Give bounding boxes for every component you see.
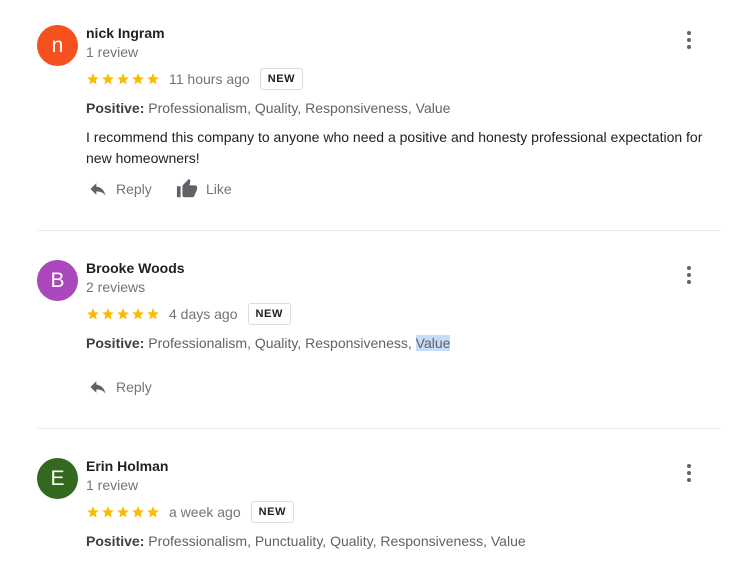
star-icon xyxy=(117,308,129,320)
reviewer-name[interactable]: Brooke Woods xyxy=(86,260,185,276)
highlighted-text: Value xyxy=(415,335,451,351)
new-badge: NEW xyxy=(247,303,291,325)
positive-attributes: Positive: Professionalism, Quality, Resp… xyxy=(86,100,450,116)
review-time: 11 hours ago xyxy=(169,71,250,87)
reply-button[interactable]: Reply xyxy=(87,179,152,199)
avatar[interactable]: E xyxy=(37,458,78,499)
new-badge: NEW xyxy=(259,68,304,90)
review-time: 4 days ago xyxy=(169,306,238,322)
positive-attributes: Positive: Professionalism, Punctuality, … xyxy=(86,533,526,549)
star-icon xyxy=(87,506,99,518)
reply-icon xyxy=(90,183,106,196)
more-vert-icon-dot xyxy=(687,45,691,49)
review-count[interactable]: 1 review xyxy=(86,477,138,493)
review-time: a week ago xyxy=(169,504,241,520)
review-divider xyxy=(37,428,721,429)
avatar[interactable]: B xyxy=(37,260,78,301)
reply-icon xyxy=(90,381,106,394)
star-icon xyxy=(87,73,99,85)
avatar[interactable]: n xyxy=(37,25,78,66)
more-vert-icon-dot xyxy=(687,273,691,277)
positive-attributes: Positive: Professionalism, Quality, Resp… xyxy=(86,335,451,351)
star-icon xyxy=(117,506,129,518)
more-vert-icon-dot xyxy=(687,478,691,482)
positive-items: Professionalism, Quality, Responsiveness… xyxy=(148,335,416,351)
review-meta: a week ago NEW xyxy=(86,501,295,523)
star-rating xyxy=(86,307,160,321)
star-icon xyxy=(132,308,144,320)
star-rating xyxy=(86,72,160,86)
star-icon xyxy=(102,308,114,320)
review-meta: 11 hours ago NEW xyxy=(86,68,304,90)
review-text: I recommend this company to anyone who n… xyxy=(86,129,703,166)
more-vert-icon xyxy=(687,266,691,270)
more-options-button[interactable] xyxy=(679,263,699,287)
star-icon xyxy=(147,308,159,320)
like-label: Like xyxy=(206,181,232,197)
review-meta: 4 days ago NEW xyxy=(86,303,291,325)
positive-items: Professionalism, Punctuality, Quality, R… xyxy=(148,533,526,549)
review-divider xyxy=(37,230,721,231)
review-count[interactable]: 2 reviews xyxy=(86,279,145,295)
reply-label: Reply xyxy=(116,379,152,395)
new-badge: NEW xyxy=(250,501,295,523)
more-vert-icon-dot xyxy=(687,471,691,475)
more-vert-icon-dot xyxy=(687,38,691,42)
more-vert-icon xyxy=(687,31,691,35)
positive-label: Positive: xyxy=(86,100,145,116)
more-options-button[interactable] xyxy=(679,461,699,485)
reviewer-name[interactable]: Erin Holman xyxy=(86,458,168,474)
star-icon xyxy=(117,73,129,85)
like-button[interactable]: Like xyxy=(175,178,232,200)
review-count[interactable]: 1 review xyxy=(86,44,138,60)
star-icon xyxy=(147,506,159,518)
reviewer-name[interactable]: nick Ingram xyxy=(86,25,165,41)
star-icon xyxy=(102,506,114,518)
positive-label: Positive: xyxy=(86,335,145,351)
star-icon xyxy=(102,73,114,85)
star-icon xyxy=(147,73,159,85)
more-options-button[interactable] xyxy=(679,28,699,52)
positive-label: Positive: xyxy=(86,533,145,549)
reply-button[interactable]: Reply xyxy=(87,377,152,397)
star-rating xyxy=(86,505,160,519)
positive-items: Professionalism, Quality, Responsiveness… xyxy=(148,100,451,116)
star-icon xyxy=(132,506,144,518)
thumb-up-icon xyxy=(176,178,198,198)
star-icon xyxy=(87,308,99,320)
star-icon xyxy=(132,73,144,85)
reply-label: Reply xyxy=(116,181,152,197)
more-vert-icon-dot xyxy=(687,280,691,284)
more-vert-icon xyxy=(687,464,691,468)
